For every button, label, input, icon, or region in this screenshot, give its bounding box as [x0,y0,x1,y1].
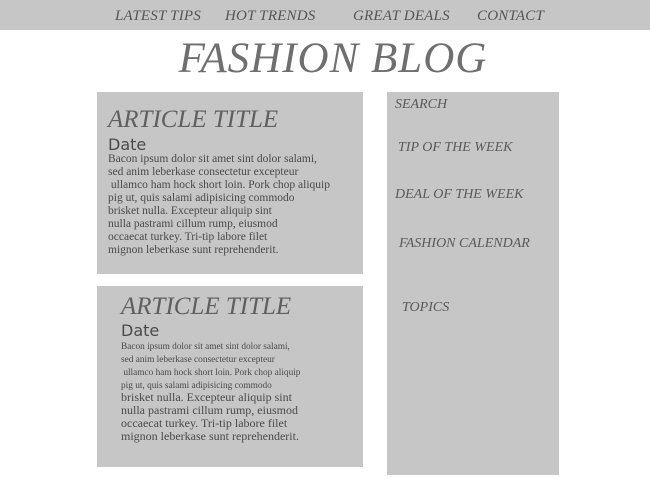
sidebar-search[interactable]: SEARCH [395,97,447,113]
sidebar-fashion-calendar[interactable]: FASHION CALENDAR [399,236,530,252]
article-body: Bacon ipsum dolor sit amet sint dolor sa… [108,153,330,256]
nav-contact[interactable]: CONTACT [477,8,544,25]
article-body-small: Bacon ipsum dolor sit amet sint dolor sa… [121,342,301,391]
sidebar: SEARCH TIP OF THE WEEK DEAL OF THE WEEK … [387,92,559,475]
sidebar-deal-of-the-week[interactable]: DEAL OF THE WEEK [395,187,523,203]
nav-latest-tips[interactable]: LATEST TIPS [115,8,201,25]
nav-hot-trends[interactable]: HOT TRENDS [225,8,316,25]
nav-great-deals[interactable]: GREAT DEALS [353,8,450,25]
top-nav-bar: LATEST TIPS HOT TRENDS GREAT DEALS CONTA… [0,0,650,30]
article-title[interactable]: ARTICLE TITLE [108,106,278,134]
article-date: Date [108,135,147,154]
article-title[interactable]: ARTICLE TITLE [121,293,291,321]
article-date: Date [121,321,160,340]
sidebar-topics[interactable]: TOPICS [402,300,449,316]
site-title: FASHION BLOG [178,35,488,82]
sidebar-tip-of-the-week[interactable]: TIP OF THE WEEK [398,140,512,156]
article-card-1: ARTICLE TITLE Date Bacon ipsum dolor sit… [97,92,363,274]
page: LATEST TIPS HOT TRENDS GREAT DEALS CONTA… [0,0,650,479]
article-body-large: brisket nulla. Excepteur aliquip sint nu… [121,390,299,443]
article-card-2: ARTICLE TITLE Date Bacon ipsum dolor sit… [97,286,363,467]
